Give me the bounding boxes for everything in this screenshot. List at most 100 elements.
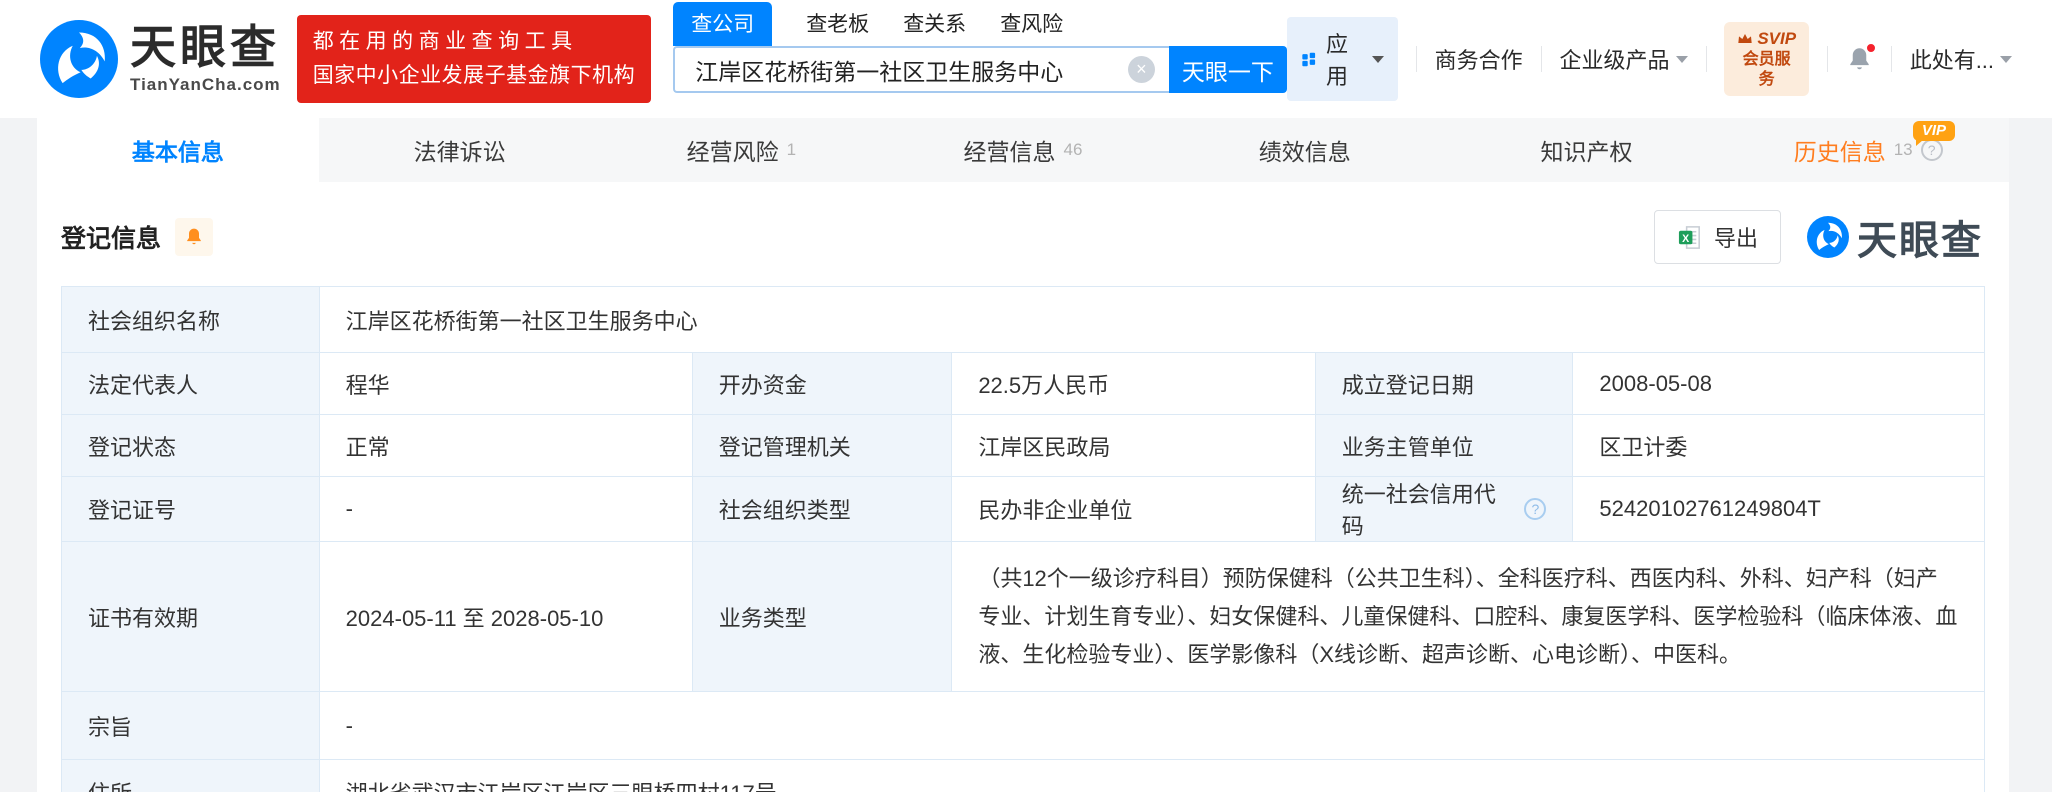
table-row: 法定代表人 程华 开办资金 22.5万人民币 成立登记日期 2008-05-08 xyxy=(61,352,1985,415)
help-icon[interactable]: ? xyxy=(1524,498,1547,520)
table-row: 登记状态 正常 登记管理机关 江岸区民政局 业务主管单位 区卫计委 xyxy=(61,414,1985,477)
field-value: - xyxy=(318,691,1986,761)
tab-legal-proceedings[interactable]: 法律诉讼 xyxy=(319,118,601,182)
company-detail-card: 基本信息 法律诉讼 经营风险 1 经营信息 46 绩效信息 知识产权 VIP 历… xyxy=(37,118,2009,792)
field-value: 2024-05-11 至 2028-05-10 xyxy=(318,540,693,693)
tab-operating-info[interactable]: 经营信息 46 xyxy=(882,118,1164,182)
apps-button[interactable]: 应用 xyxy=(1286,17,1398,101)
field-value: 区卫计委 xyxy=(1572,414,1985,477)
export-button[interactable]: X 导出 xyxy=(1653,210,1781,264)
svip-label: SVIP xyxy=(1757,29,1797,49)
field-label: 住所 xyxy=(61,759,320,792)
divider xyxy=(1540,46,1542,72)
page-background: 基本信息 法律诉讼 经营风险 1 经营信息 46 绩效信息 知识产权 VIP 历… xyxy=(0,118,2052,792)
promo-banner[interactable]: 都在用的商业查询工具 国家中小企业发展子基金旗下机构 xyxy=(296,15,652,103)
apps-grid-icon xyxy=(1302,52,1316,66)
promo-line-1: 都在用的商业查询工具 xyxy=(312,30,578,54)
table-row: 住所 湖北省武汉市江岸区江岸区三眼桥四村117号 xyxy=(61,759,1986,792)
svg-text:X: X xyxy=(1682,232,1689,244)
tab-performance-info[interactable]: 绩效信息 xyxy=(1164,118,1446,182)
search-tabs: 查公司 查老板 查关系 查风险 xyxy=(673,2,1287,46)
header-nav: 应用 商务合作 企业级产品 SVIP 会员服务 此处有... xyxy=(1286,17,2013,101)
field-value: - xyxy=(318,476,693,542)
table-row: 登记证号 - 社会组织类型 民办非企业单位 统一社会信用代码 ? 5242010… xyxy=(61,476,1985,542)
tab-operating-risk[interactable]: 经营风险 1 xyxy=(600,118,882,182)
watermark-text: 天眼查 xyxy=(1857,219,1983,263)
search-area: 查公司 查老板 查关系 查风险 × 天眼一下 xyxy=(673,0,1287,93)
nav-enterprise-products[interactable]: 企业级产品 xyxy=(1559,43,1688,75)
field-label: 社会组织类型 xyxy=(691,476,953,542)
field-label: 开办资金 xyxy=(691,352,953,415)
chevron-down-icon xyxy=(1675,55,1688,63)
field-label: 法定代表人 xyxy=(61,352,320,415)
help-icon[interactable]: ? xyxy=(1920,139,1943,161)
promo-line-2: 国家中小企业发展子基金旗下机构 xyxy=(312,64,636,87)
field-label: 宗旨 xyxy=(61,691,320,761)
logo-domain: TianYanCha.com xyxy=(130,74,281,94)
tab-count: 46 xyxy=(1063,140,1083,159)
field-value: 22.5万人民币 xyxy=(951,352,1316,415)
search-tab-boss[interactable]: 查老板 xyxy=(806,2,869,46)
export-label: 导出 xyxy=(1713,226,1758,251)
field-label: 登记状态 xyxy=(61,414,320,477)
watermark-logo: 天眼查 xyxy=(1807,208,1983,266)
tab-basic-info[interactable]: 基本信息 xyxy=(37,118,319,182)
tianyancha-logo[interactable]: 天眼查 TianYanCha.com xyxy=(40,20,281,98)
vip-badge: VIP xyxy=(1912,121,1956,146)
divider xyxy=(1415,46,1417,72)
search-tab-company[interactable]: 查公司 xyxy=(673,2,773,46)
chevron-down-icon xyxy=(2000,55,2013,63)
table-row: 证书有效期 2024-05-11 至 2028-05-10 业务类型 （共12个… xyxy=(61,540,1985,693)
field-value: 湖北省武汉市江岸区江岸区三眼桥四村117号 xyxy=(318,759,1986,792)
crown-icon xyxy=(1738,34,1752,43)
logo-text: 天眼查 xyxy=(130,21,280,74)
tab-history-info[interactable]: VIP 历史信息 13 ? xyxy=(1727,118,2009,182)
bell-icon xyxy=(187,228,201,245)
search-button[interactable]: 天眼一下 xyxy=(1168,46,1287,93)
tab-count: 1 xyxy=(786,140,797,159)
apps-label: 应用 xyxy=(1326,32,1349,89)
field-label: 社会组织名称 xyxy=(61,286,320,353)
section-title: 登记信息 xyxy=(61,225,162,253)
table-row: 宗旨 - xyxy=(61,691,1986,761)
subscribe-bell-button[interactable] xyxy=(175,218,214,256)
account-menu[interactable]: 此处有... xyxy=(1909,43,2013,75)
chevron-down-icon xyxy=(1371,55,1384,63)
field-value: 江岸区民政局 xyxy=(951,414,1316,477)
field-label: 统一社会信用代码 ? xyxy=(1314,476,1574,542)
tianyancha-logo-icon xyxy=(1807,216,1849,258)
field-label: 登记管理机关 xyxy=(691,414,953,477)
field-value: 民办非企业单位 xyxy=(951,476,1316,542)
field-value: 2008-05-08 xyxy=(1572,352,1985,415)
field-value: （共12个一级诊疗科目）预防保健科（公共卫生科）、全科医疗科、西医内科、外科、妇… xyxy=(951,540,1985,693)
field-label: 业务类型 xyxy=(691,540,953,693)
account-label: 此处有... xyxy=(1909,48,1995,73)
svip-member-button[interactable]: SVIP 会员服务 xyxy=(1724,22,1810,96)
table-row: 社会组织名称 江岸区花桥街第一社区卫生服务中心 xyxy=(61,286,1986,353)
tianyancha-logo-icon xyxy=(40,20,118,98)
search-tab-relation[interactable]: 查关系 xyxy=(903,2,966,46)
field-label: 证书有效期 xyxy=(61,540,320,693)
field-value: 程华 xyxy=(318,352,693,415)
tab-count: 13 xyxy=(1893,140,1913,159)
field-label: 登记证号 xyxy=(61,476,320,542)
divider xyxy=(1705,46,1707,72)
field-value: 52420102761249804T xyxy=(1572,476,1985,542)
field-label: 业务主管单位 xyxy=(1314,414,1574,477)
clear-search-icon[interactable]: × xyxy=(1127,56,1155,83)
nav-business-cooperation[interactable]: 商务合作 xyxy=(1435,43,1523,75)
registration-info-table: 社会组织名称 江岸区花桥街第一社区卫生服务中心 法定代表人 程华 开办资金 22… xyxy=(61,286,1986,792)
excel-icon: X xyxy=(1678,225,1700,249)
field-label: 成立登记日期 xyxy=(1314,352,1574,415)
search-tab-risk[interactable]: 查风险 xyxy=(1000,2,1063,46)
section-header: 登记信息 X 导出 天眼查 xyxy=(37,182,2009,286)
top-header: 天眼查 TianYanCha.com 都在用的商业查询工具 国家中小企业发展子基… xyxy=(0,0,2052,118)
detail-tabstrip: 基本信息 法律诉讼 经营风险 1 经营信息 46 绩效信息 知识产权 VIP 历… xyxy=(37,118,2009,182)
divider xyxy=(1827,46,1828,72)
search-input[interactable] xyxy=(695,56,1128,83)
svip-sub-label: 会员服务 xyxy=(1742,50,1791,88)
notification-dot xyxy=(1864,41,1877,54)
notifications-button[interactable] xyxy=(1846,41,1877,73)
divider xyxy=(1890,46,1892,72)
tab-intellectual-property[interactable]: 知识产权 xyxy=(1446,118,1728,182)
